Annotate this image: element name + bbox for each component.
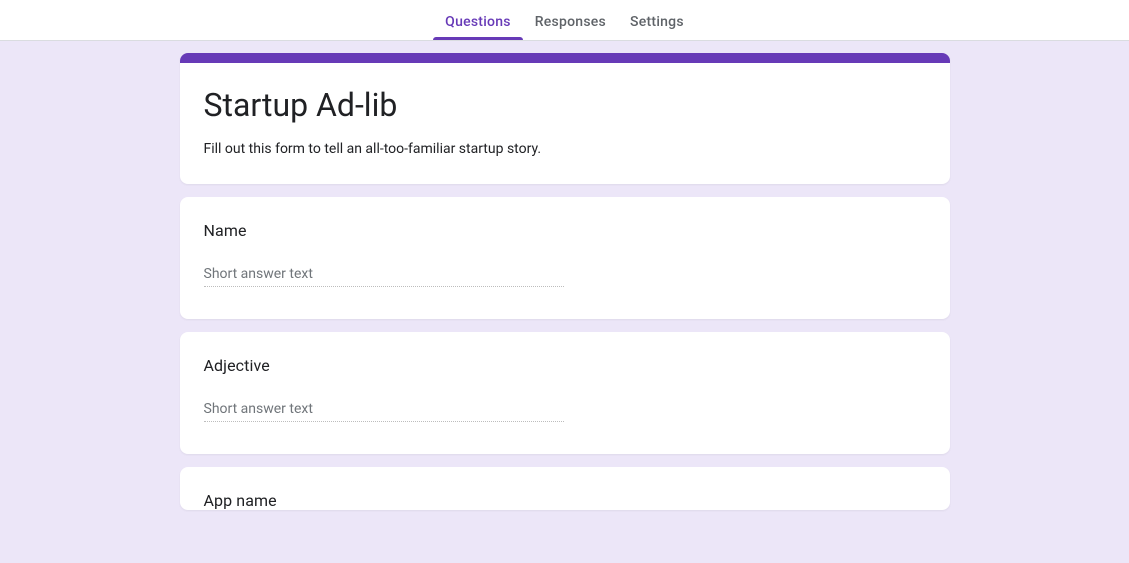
question-title[interactable]: Name (204, 221, 926, 240)
question-card-adjective[interactable]: Adjective (180, 332, 950, 454)
form-container: Startup Ad-lib Fill out this form to tel… (180, 53, 950, 563)
short-answer-input[interactable] (204, 266, 564, 287)
form-header-card[interactable]: Startup Ad-lib Fill out this form to tel… (180, 53, 950, 184)
question-card-app-name[interactable]: App name (180, 467, 950, 510)
question-card-name[interactable]: Name (180, 197, 950, 319)
form-title[interactable]: Startup Ad-lib (204, 85, 926, 125)
tab-questions[interactable]: Questions (433, 14, 523, 40)
short-answer-input[interactable] (204, 401, 564, 422)
question-title[interactable]: Adjective (204, 356, 926, 375)
accent-bar (180, 53, 950, 63)
top-header: Questions Responses Settings (0, 0, 1129, 41)
tab-settings[interactable]: Settings (618, 14, 696, 40)
header-content: Startup Ad-lib Fill out this form to tel… (180, 63, 950, 184)
form-description[interactable]: Fill out this form to tell an all-too-fa… (204, 139, 926, 160)
tab-responses[interactable]: Responses (523, 14, 618, 40)
workspace: Startup Ad-lib Fill out this form to tel… (0, 41, 1129, 563)
tabs-container: Questions Responses Settings (433, 14, 696, 40)
question-title[interactable]: App name (204, 491, 926, 510)
